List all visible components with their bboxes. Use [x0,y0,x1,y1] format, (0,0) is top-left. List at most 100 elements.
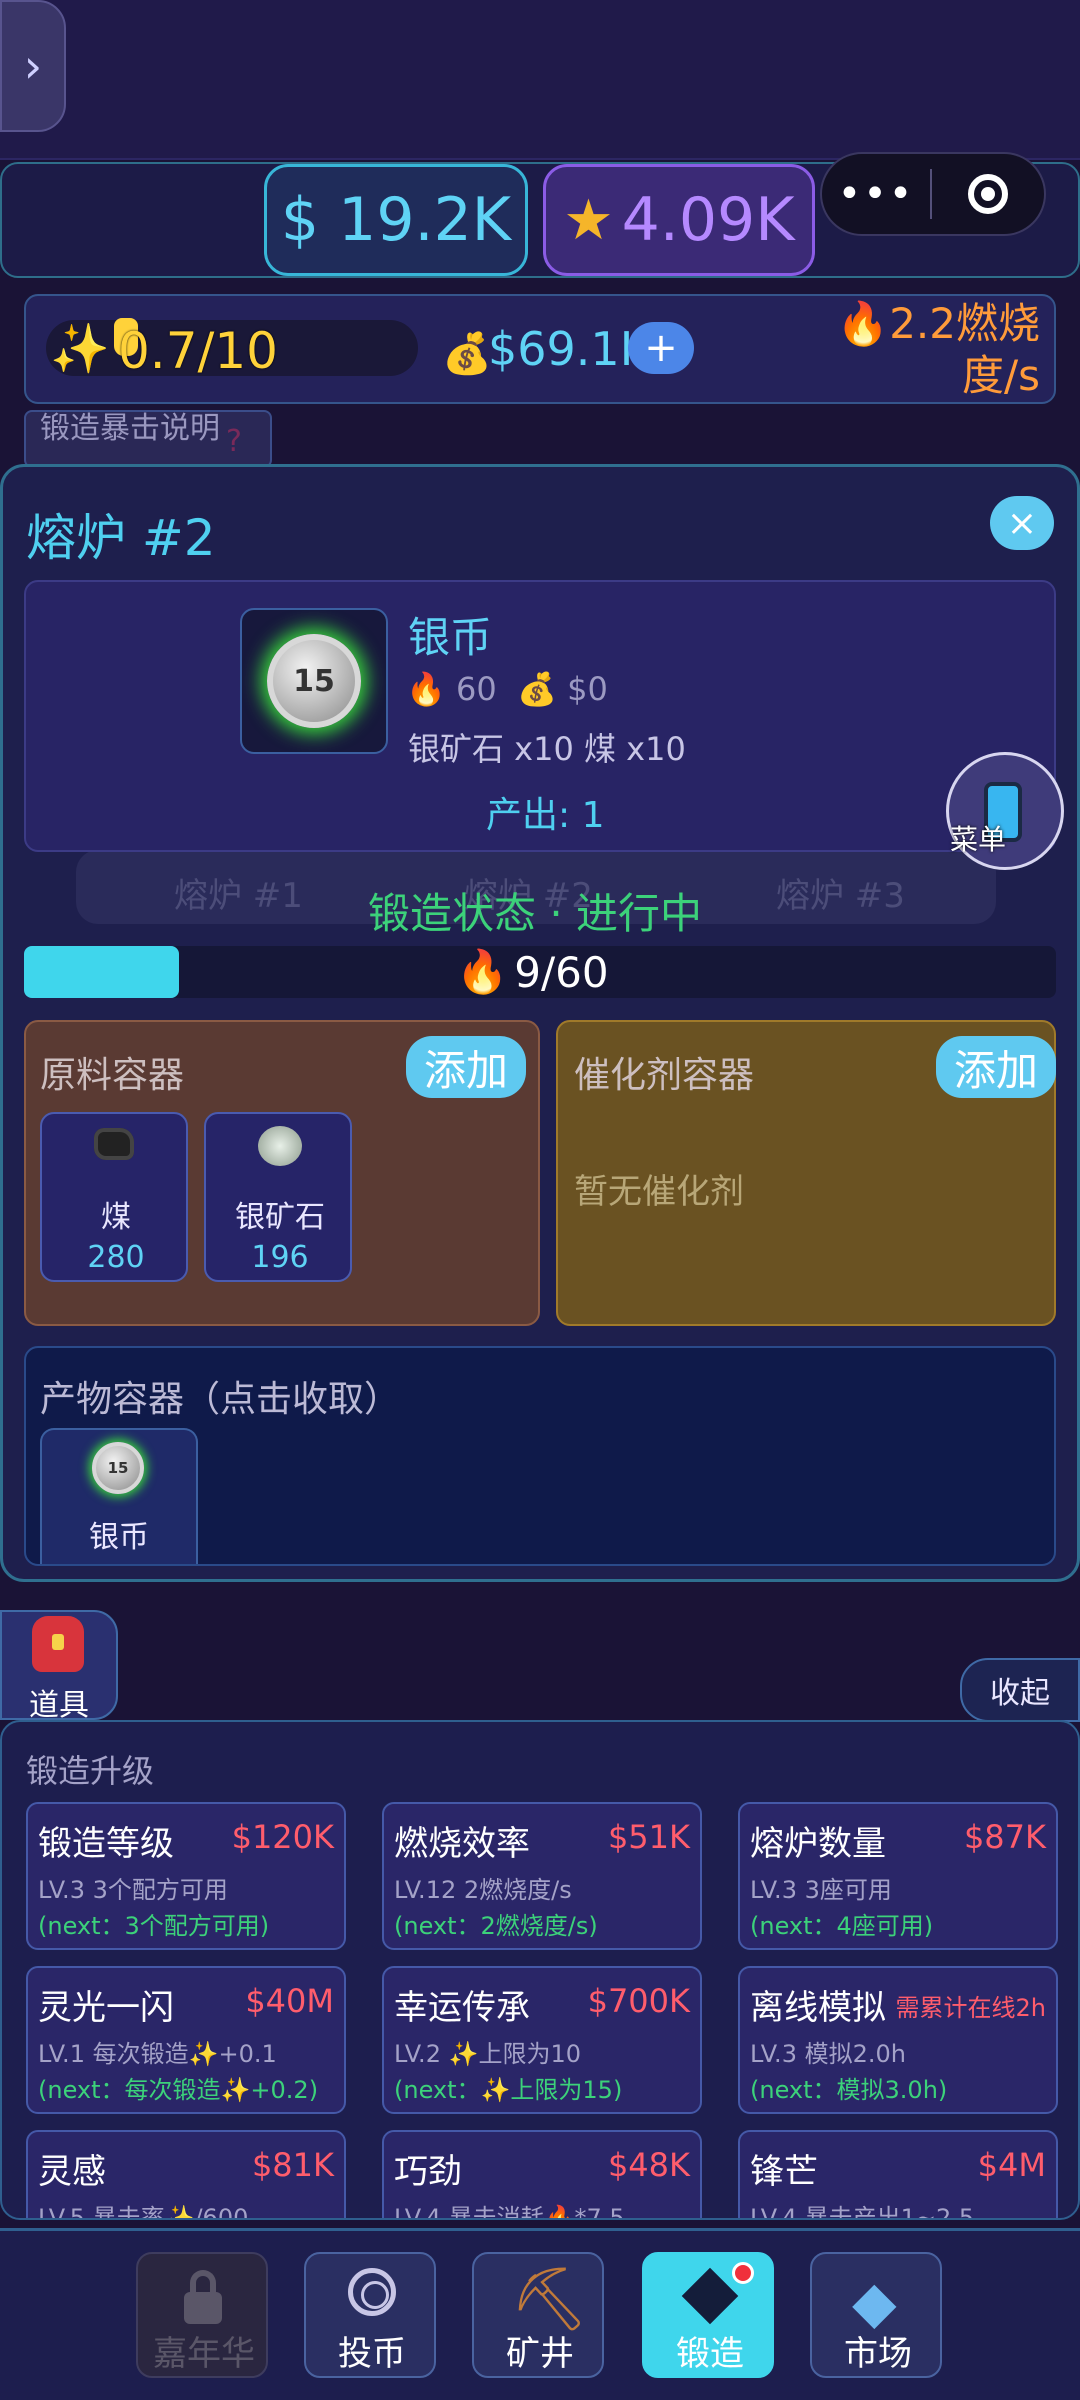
upgrade-name: 灵感 [38,2152,106,2192]
upgrade-level: LV.4 暴击消耗🔥*7.5 [394,2204,625,2220]
silver-coin-icon: 15 [267,634,361,728]
nav-label: 投币 [338,2334,406,2374]
forge-progress-fill [24,946,179,998]
coin-icon [348,2268,396,2316]
product-label: 银币 [89,1520,149,1555]
upgrade-price: $48K [607,2146,690,2184]
upgrade-card[interactable]: 灵感 $81K LV.5 暴击率✨/600 [26,2130,346,2220]
upgrade-level: LV.3 3座可用 [750,1876,892,1904]
tools-label: 道具 [29,1688,89,1723]
furnace-tab-1: 熔炉 #1 [174,876,303,916]
product-container-title: 产物容器（点击收取） [40,1379,401,1420]
upgrade-card[interactable]: 幸运传承 $700K LV.2 ✨上限为10 (next：✨上限为15) [382,1966,702,2114]
sparkle-icon: ✨ [50,321,110,377]
burn-rate: 🔥2.2燃烧度/s [830,298,1040,402]
upgrade-price: $81K [251,2146,334,2184]
upgrade-next: (next：2燃烧度/s) [394,1912,598,1940]
close-icon: × [1006,502,1038,544]
upgrade-price: $40M [245,1982,334,2020]
upgrade-card[interactable]: 燃烧效率 $51K LV.12 2燃烧度/s (next：2燃烧度/s) [382,1802,702,1950]
recipe-cost: $0 [567,670,608,708]
top-bar [0,0,1080,160]
upgrade-name: 锻造等级 [38,1824,174,1864]
notification-badge [732,2262,754,2284]
chevron-right-icon: › [23,39,43,93]
upgrade-card[interactable]: 巧劲 $48K LV.4 暴击消耗🔥*7.5 [382,2130,702,2220]
star-value: 4.09K [621,185,795,255]
upgrade-panel: 锻造升级 锻造等级 $120K LV.3 3个配方可用 (next：3个配方可用… [0,1720,1080,2220]
target-icon [968,174,1008,214]
catalyst-empty-text: 暂无催化剂 [574,1172,744,1212]
backpack-icon [32,1616,84,1672]
upgrade-card[interactable]: 锻造等级 $120K LV.3 3个配方可用 (next：3个配方可用) [26,1802,346,1950]
more-options-button[interactable]: ••• [822,171,930,217]
upgrade-title: 锻造升级 [26,1752,155,1790]
forge-status: 锻造状态 · 进行中 [368,889,703,938]
recipe-name: 银币 [408,613,493,662]
recipe-ingredients: 银矿石 x10 煤 x10 [408,730,686,768]
recipe-output: 产出: 1 [486,795,605,836]
mini-program-capsule: ••• [820,152,1046,236]
upgrade-next: (next：模拟3.0h) [750,2076,948,2104]
recipe-stats: 🔥 60 💰 $0 [406,670,608,708]
material-label: 煤 [101,1200,131,1235]
material-count: 280 [87,1240,145,1275]
furnace-title: 熔炉 #2 [26,509,216,567]
upgrade-name: 离线模拟 [750,1988,886,2028]
material-count: 196 [251,1240,309,1275]
floating-menu-label: 菜单 [950,823,1007,856]
forge-progress-label: 🔥 9/60 [456,946,609,998]
upgrade-name: 巧劲 [394,2152,462,2192]
upgrade-level: LV.5 暴击率✨/600 [38,2204,249,2220]
upgrade-level: LV.3 3个配方可用 [38,1876,228,1904]
fire-icon: 🔥 [836,299,890,348]
progress-value: 9/60 [514,947,609,997]
add-money-button[interactable]: + [628,322,694,374]
upgrade-next: (next：每次锻造✨+0.2) [38,2076,319,2104]
catalyst-container-title: 催化剂容器 [574,1055,755,1096]
upgrade-next: (next：4座可用) [750,1912,934,1940]
upgrade-price: $120K [231,1818,334,1856]
upgrade-next: (next：✨上限为15) [394,2076,623,2104]
collapse-button[interactable]: 收起 [960,1658,1080,1722]
recipe-icon-box: 15 [240,608,388,754]
add-catalyst-button[interactable]: 添加 [936,1036,1056,1098]
upgrade-level: LV.4 暴击产出1~2.5 [750,2204,975,2220]
upgrade-name: 熔炉数量 [750,1824,886,1864]
upgrade-name: 灵光一闪 [38,1988,174,2028]
upgrade-name: 燃烧效率 [394,1824,530,1864]
lock-body-icon [184,2292,222,2324]
coal-icon [94,1128,134,1160]
upgrade-card[interactable]: 熔炉数量 $87K LV.3 3座可用 (next：4座可用) [738,1802,1058,1950]
fire-icon: 🔥 [406,670,446,708]
nav-label: 嘉年华 [153,2334,255,2374]
upgrade-level: LV.2 ✨上限为10 [394,2040,582,2068]
close-button[interactable]: × [990,496,1054,550]
cash-value: $ 19.2K [280,185,512,255]
pickaxe-icon: ⛏ [510,2262,589,2335]
upgrade-next: (next：3个配方可用) [38,1912,270,1940]
spark-value: 0.7/10 [118,322,278,380]
upgrade-card[interactable]: 灵光一闪 $40M LV.1 每次锻造✨+0.1 (next：每次锻造✨+0.2… [26,1966,346,2114]
star-display: ★ 4.09K [543,164,815,276]
silver-coin-icon: 15 [92,1442,144,1494]
fire-icon: 🔥 [456,947,509,996]
star-icon: ★ [563,187,614,253]
upgrade-card[interactable]: 离线模拟 需累计在线2h LV.3 模拟2.0h (next：模拟3.0h) [738,1966,1058,2114]
upgrade-price: $87K [963,1818,1046,1856]
upgrade-name: 锋芒 [750,2152,818,2192]
gem-icon: ◆ [852,2268,897,2336]
upgrade-level: LV.12 2燃烧度/s [394,1876,572,1904]
burn-rate-value: 2.2燃烧度/s [889,299,1040,400]
upgrade-name: 幸运传承 [394,1988,530,2028]
upgrade-card[interactable]: 锋芒 $4M LV.4 暴击产出1~2.5 [738,2130,1058,2220]
upgrade-price: $4M [977,2146,1046,2184]
side-panel-toggle-button[interactable]: › [0,0,66,132]
upgrade-price: $51K [607,1818,690,1856]
money-value: $69.1K [488,322,650,376]
add-raw-material-button[interactable]: 添加 [406,1036,526,1098]
nav-label: 锻造 [676,2334,744,2374]
material-label: 银矿石 [235,1200,325,1235]
close-mini-program-button[interactable] [932,174,1044,214]
silver-ore-icon [258,1126,302,1166]
